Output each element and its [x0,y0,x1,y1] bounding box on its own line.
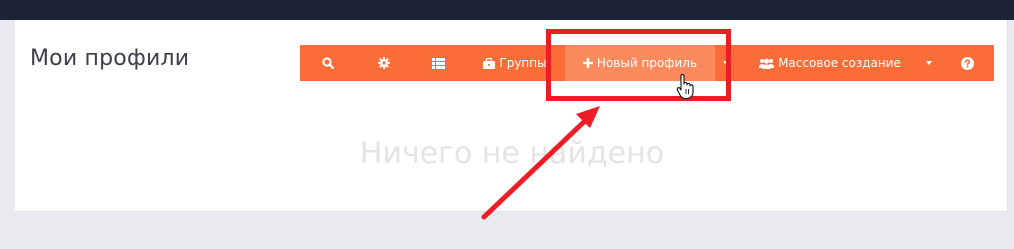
bulk-create-dropdown-toggle[interactable] [918,45,940,81]
annotation-highlight-box [546,29,731,101]
annotation-arrow [481,106,600,220]
settings-button[interactable] [356,45,412,81]
bulk-create-label: Массовое создание [778,56,901,70]
top-navigation-bar [0,0,1014,20]
help-button[interactable] [952,45,982,81]
groups-button[interactable]: Группы [475,45,555,81]
groups-label: Группы [499,56,547,70]
users-icon [759,58,775,69]
search-button[interactable] [300,45,356,81]
question-circle-icon [960,56,974,70]
list-icon [431,57,445,69]
list-view-button[interactable] [412,45,464,81]
briefcase-icon [483,57,496,69]
bulk-create-button[interactable]: Массовое создание [750,45,910,81]
chevron-down-icon [926,61,932,65]
search-icon [322,57,334,69]
hand-pointer-cursor-icon [676,74,694,100]
page-title: Мои профили [30,46,190,71]
gear-icon [378,57,390,69]
